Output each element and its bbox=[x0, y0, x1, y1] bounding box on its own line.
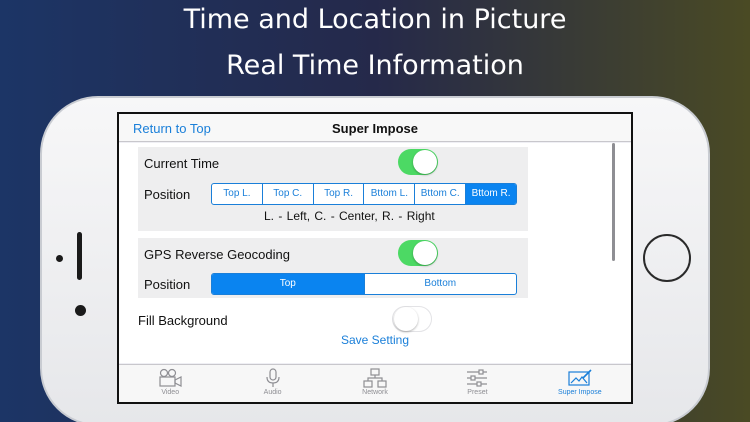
navigation-bar: Return to Top Super Impose bbox=[119, 114, 631, 142]
phone-home-button bbox=[643, 234, 691, 282]
tab-audio[interactable]: Audio bbox=[221, 365, 323, 402]
position-legend: L. - Left, C. - Center, R. - Right bbox=[264, 209, 435, 223]
tab-network-label: Network bbox=[362, 389, 388, 396]
toggle-knob bbox=[413, 150, 437, 174]
save-setting-button[interactable]: Save Setting bbox=[119, 333, 631, 347]
segment-top-left[interactable]: Top L. bbox=[212, 184, 262, 204]
tab-video-label: Video bbox=[161, 389, 180, 396]
microphone-icon bbox=[266, 368, 280, 387]
fill-background-toggle[interactable] bbox=[392, 306, 432, 332]
tab-super-impose[interactable]: Super Impose bbox=[529, 365, 631, 402]
current-time-position-segmented-control[interactable]: Top L. Top C. Top R. Bttom L. Bttom C. B… bbox=[211, 183, 517, 205]
tab-preset[interactable]: Preset bbox=[426, 365, 528, 402]
tab-network[interactable]: Network bbox=[324, 365, 426, 402]
segment-top[interactable]: Top bbox=[212, 274, 364, 294]
phone-camera-dot bbox=[75, 305, 86, 316]
gps-reverse-geocoding-toggle[interactable] bbox=[398, 240, 438, 266]
segment-bottom-center[interactable]: Bttom C. bbox=[414, 184, 465, 204]
current-time-toggle[interactable] bbox=[398, 149, 438, 175]
gps-position-segmented-control[interactable]: Top Bottom bbox=[211, 273, 517, 295]
segment-bottom-right[interactable]: Bttom R. bbox=[465, 184, 516, 204]
video-camera-icon bbox=[159, 368, 182, 387]
tab-audio-label: Audio bbox=[263, 389, 282, 396]
tab-super-impose-label: Super Impose bbox=[558, 389, 602, 396]
phone-sensor-dot bbox=[56, 255, 63, 262]
tab-bar: Video Audio Network Preset Super Impose bbox=[119, 364, 631, 402]
sliders-icon bbox=[467, 369, 488, 387]
scrollbar[interactable] bbox=[612, 143, 615, 261]
current-time-position-label: Position bbox=[144, 187, 191, 202]
segment-top-center[interactable]: Top C. bbox=[261, 184, 313, 204]
settings-content: Current Time Position Top L. Top C. Top … bbox=[119, 143, 631, 363]
app-screen: Return to Top Super Impose Current Time … bbox=[117, 112, 633, 404]
current-time-label: Current Time bbox=[144, 156, 220, 171]
page-title: Super Impose bbox=[332, 121, 418, 136]
promo-subheadline: Real Time Information bbox=[226, 50, 524, 81]
toggle-knob bbox=[394, 307, 418, 331]
gps-reverse-geocoding-label: GPS Reverse Geocoding bbox=[144, 247, 290, 262]
segment-bottom[interactable]: Bottom bbox=[363, 274, 517, 294]
image-pen-icon bbox=[568, 369, 592, 386]
tab-video[interactable]: Video bbox=[119, 365, 221, 402]
segment-top-right[interactable]: Top R. bbox=[312, 184, 364, 204]
fill-background-label: Fill Background bbox=[138, 313, 228, 328]
gps-group: GPS Reverse Geocoding Position Top Botto… bbox=[138, 238, 528, 298]
tab-preset-label: Preset bbox=[467, 389, 488, 396]
segment-bottom-left[interactable]: Bttom L. bbox=[363, 184, 414, 204]
network-icon bbox=[363, 368, 387, 388]
gps-position-label: Position bbox=[144, 277, 191, 292]
toggle-knob bbox=[413, 241, 437, 265]
phone-side-button bbox=[77, 232, 82, 280]
promo-headline: Time and Location in Picture bbox=[183, 4, 567, 35]
